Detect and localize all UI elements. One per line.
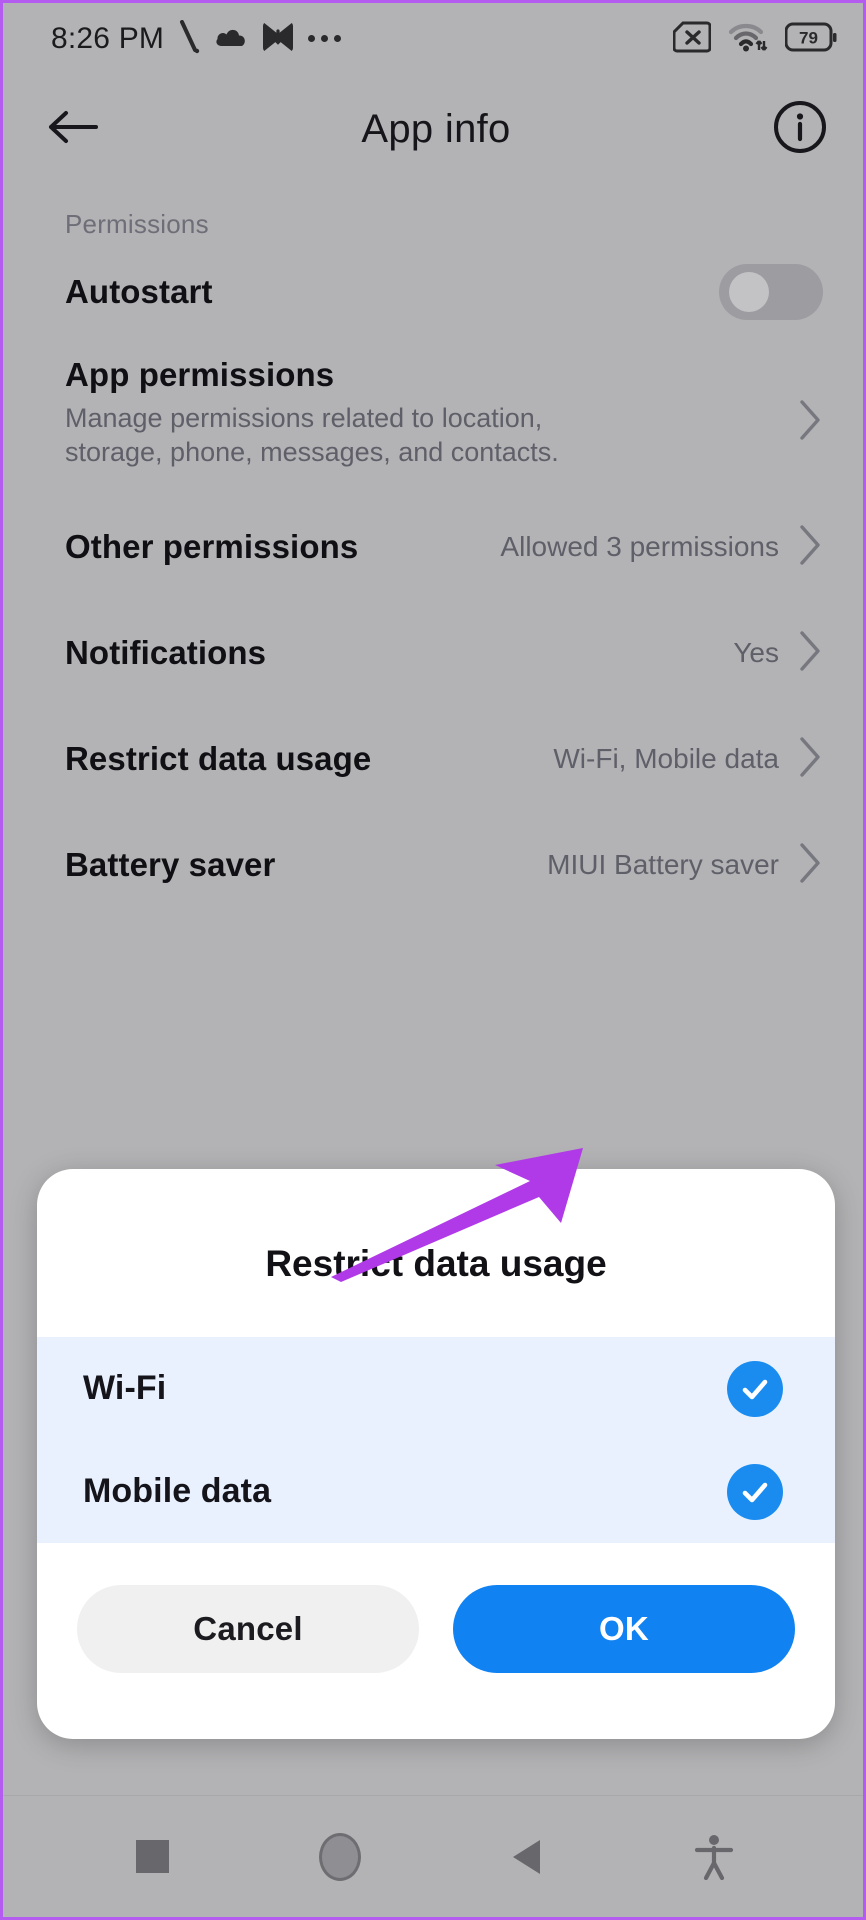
dialog-actions: Cancel OK — [37, 1543, 835, 1739]
status-bar-left: 8:26 PM — [51, 19, 342, 59]
row-text-block: Restrict data usage — [65, 740, 553, 778]
toggle-knob — [729, 272, 769, 312]
option-label: Wi-Fi — [83, 1369, 167, 1407]
row-value: Allowed 3 permissions — [500, 531, 779, 562]
row-text-block: App permissions Manage permissions relat… — [65, 356, 779, 470]
row-value: Wi-Fi, Mobile data — [553, 743, 779, 774]
dialog-option-wifi[interactable]: Wi-Fi — [37, 1337, 835, 1440]
settings-list: Permissions Autostart App permissions Ma… — [3, 183, 863, 918]
row-subtitle: Manage permissions related to location, … — [65, 402, 559, 468]
chevron-right-icon — [797, 735, 823, 784]
row-title: Notifications — [65, 634, 267, 672]
row-text-block: Notifications — [65, 634, 733, 672]
android-nav-bar — [3, 1795, 863, 1917]
autostart-toggle[interactable] — [719, 264, 823, 320]
back-triangle-icon[interactable] — [433, 1838, 620, 1876]
back-arrow-icon[interactable] — [47, 107, 99, 152]
battery-level-text: 79 — [799, 28, 818, 47]
chevron-right-icon — [797, 398, 823, 447]
row-title: App permissions — [65, 356, 335, 393]
dialog-option-mobile-data[interactable]: Mobile data — [37, 1440, 835, 1543]
mute-slash-icon — [178, 19, 200, 59]
dialog-title: Restrict data usage — [265, 1243, 607, 1284]
chevron-right-icon — [797, 523, 823, 572]
settings-row-app-permissions[interactable]: App permissions Manage permissions relat… — [3, 344, 863, 494]
download-sync-icon — [262, 21, 294, 58]
home-circle-icon[interactable] — [246, 1832, 433, 1881]
wifi-data-icon — [728, 21, 768, 58]
page-title: App info — [361, 106, 511, 151]
row-title: Restrict data usage — [65, 740, 372, 778]
row-value: MIUI Battery saver — [547, 849, 779, 880]
info-circle-icon[interactable] — [773, 100, 827, 159]
settings-row-other-permissions[interactable]: Other permissions Allowed 3 permissions — [3, 494, 863, 600]
status-bar: 8:26 PM 79 — [3, 3, 863, 75]
chevron-right-icon — [797, 629, 823, 678]
option-label: Mobile data — [83, 1472, 272, 1510]
status-bar-clock: 8:26 PM — [51, 22, 165, 55]
restrict-data-usage-dialog: Restrict data usage Wi-Fi Mobile data Ca… — [37, 1169, 835, 1739]
settings-row-restrict-data-usage[interactable]: Restrict data usage Wi-Fi, Mobile data — [3, 706, 863, 812]
accessibility-icon[interactable] — [620, 1834, 807, 1880]
row-title: Autostart — [65, 273, 213, 311]
section-header-permissions: Permissions — [65, 209, 209, 239]
row-title: Battery saver — [65, 846, 276, 884]
dialog-option-list: Wi-Fi Mobile data — [37, 1337, 835, 1543]
status-bar-right: 79 — [672, 21, 837, 58]
settings-row-autostart[interactable]: Autostart — [3, 240, 863, 344]
cloud-icon — [214, 25, 248, 54]
app-bar: App info — [3, 75, 863, 183]
battery-icon: 79 — [784, 22, 837, 57]
cancel-button[interactable]: Cancel — [77, 1585, 419, 1673]
check-circle-icon[interactable] — [727, 1463, 783, 1520]
ok-button[interactable]: OK — [453, 1585, 795, 1673]
row-title: Other permissions — [65, 528, 359, 566]
row-text-block: Autostart — [65, 273, 719, 311]
row-text-block: Other permissions — [65, 528, 500, 566]
row-value: Yes — [733, 637, 779, 668]
settings-row-battery-saver[interactable]: Battery saver MIUI Battery saver — [3, 812, 863, 918]
chevron-right-icon — [797, 841, 823, 890]
overflow-dots-icon — [308, 34, 342, 44]
check-circle-icon[interactable] — [727, 1360, 783, 1417]
row-text-block: Battery saver — [65, 846, 547, 884]
recents-square-icon[interactable] — [59, 1840, 246, 1873]
settings-row-notifications[interactable]: Notifications Yes — [3, 600, 863, 706]
phone-screen: 8:26 PM 79 App info Permissions Autostar… — [0, 0, 866, 1920]
sim-card-x-icon — [672, 21, 712, 58]
